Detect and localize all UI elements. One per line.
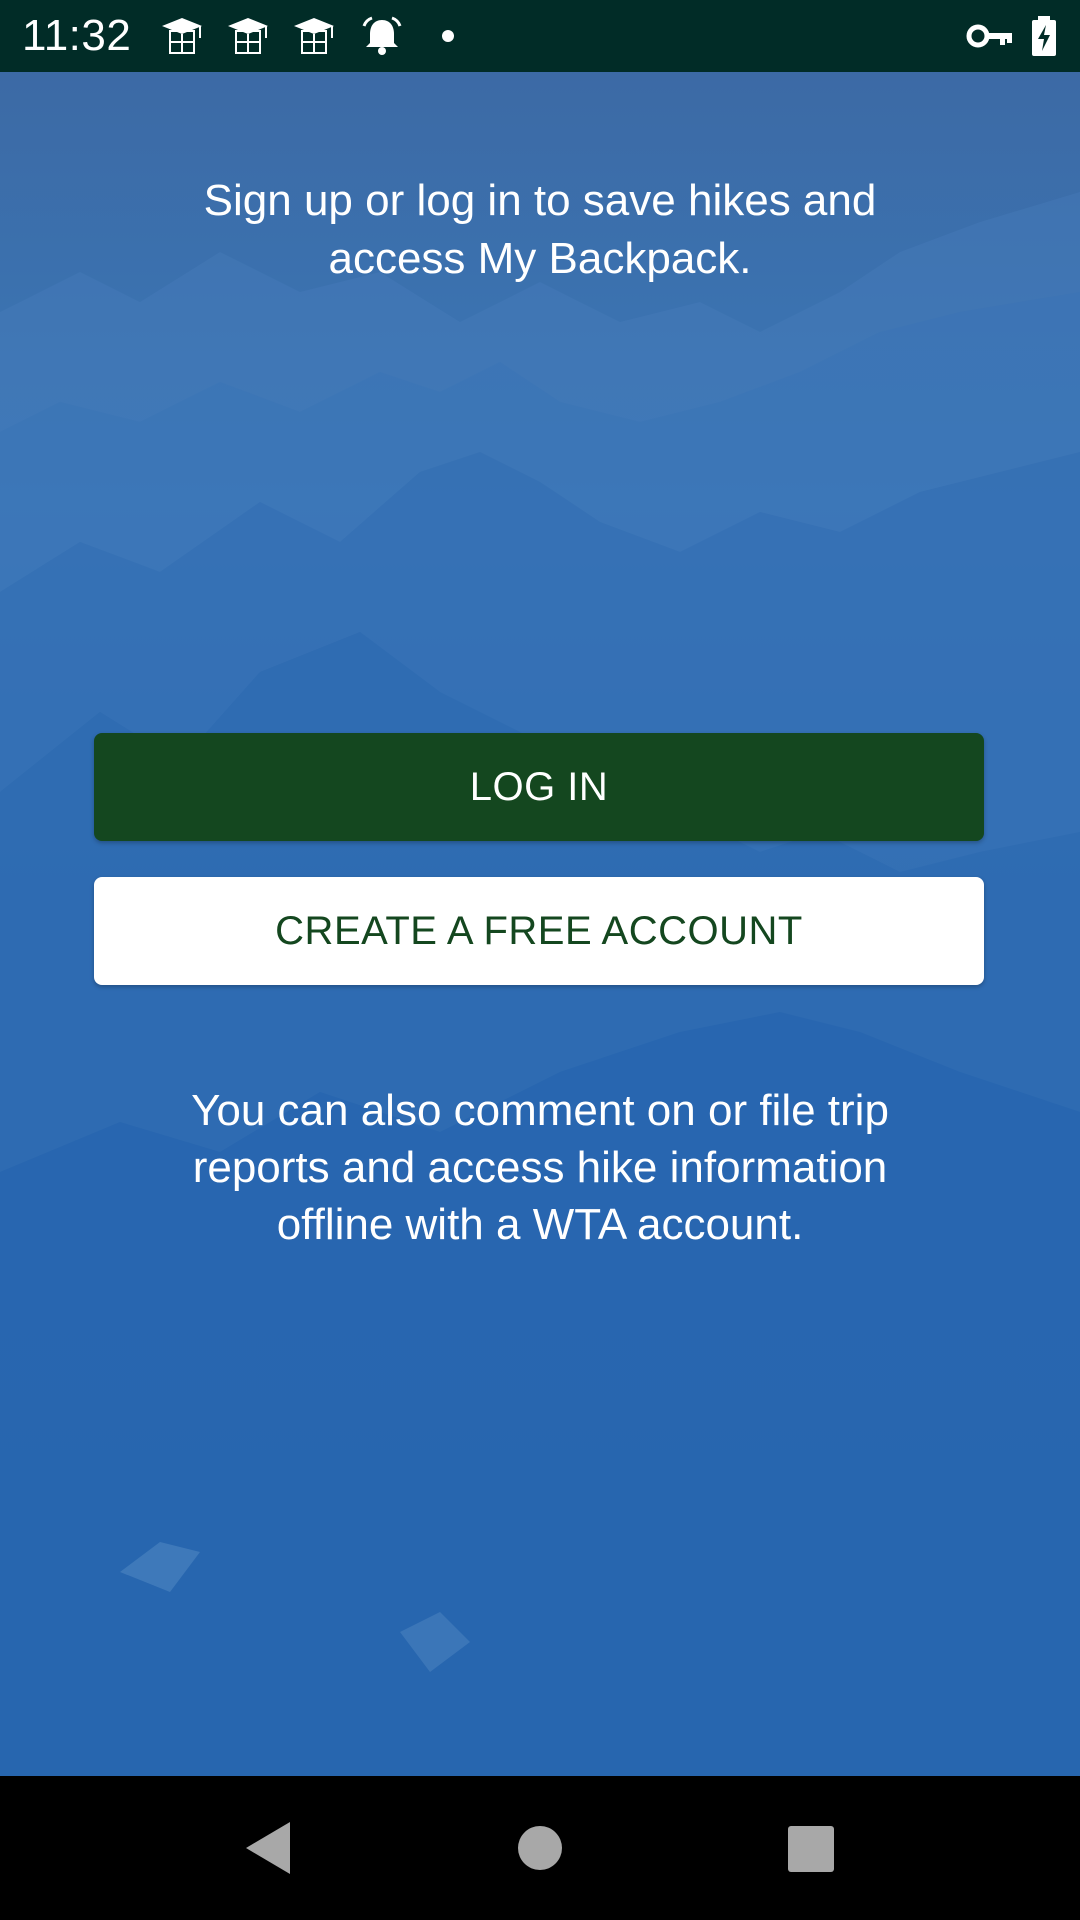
recents-icon[interactable] [778, 1816, 842, 1880]
create-account-button-label: CREATE A FREE ACCOUNT [275, 908, 803, 953]
status-bar: 11:32 [0, 0, 1080, 72]
login-prompt-screen: Sign up or log in to save hikes and acce… [0, 72, 1080, 1776]
alarm-bell-icon [360, 16, 404, 56]
account-info-text-line: reports and access hike information [192, 1143, 888, 1192]
account-info-text: You can also comment on or file trip rep… [120, 1082, 960, 1253]
account-info-text-line: You can also comment on or file trip [191, 1086, 889, 1135]
navigation-bar [0, 1776, 1080, 1920]
back-icon[interactable] [236, 1816, 300, 1880]
create-account-button[interactable]: CREATE A FREE ACCOUNT [94, 877, 984, 985]
graduation-cap-icon [160, 16, 204, 56]
graduation-cap-icon [292, 16, 336, 56]
account-info-text-line: offline with a WTA account. [276, 1200, 804, 1249]
status-time: 11:32 [22, 11, 132, 60]
intro-text-line: Sign up or log in to save hikes and [203, 176, 877, 225]
log-in-button-label: LOG IN [469, 764, 609, 809]
intro-text: Sign up or log in to save hikes and acce… [140, 172, 940, 288]
dot-icon [428, 16, 472, 56]
screen: 11:32 Sign up or log in to save hikes an… [0, 0, 1080, 1920]
log-in-button[interactable]: LOG IN [94, 733, 984, 841]
battery-charging-icon [1028, 16, 1060, 56]
home-icon[interactable] [508, 1816, 572, 1880]
key-icon [966, 16, 1014, 56]
intro-text-line: access My Backpack. [328, 234, 752, 283]
graduation-cap-icon [226, 16, 270, 56]
